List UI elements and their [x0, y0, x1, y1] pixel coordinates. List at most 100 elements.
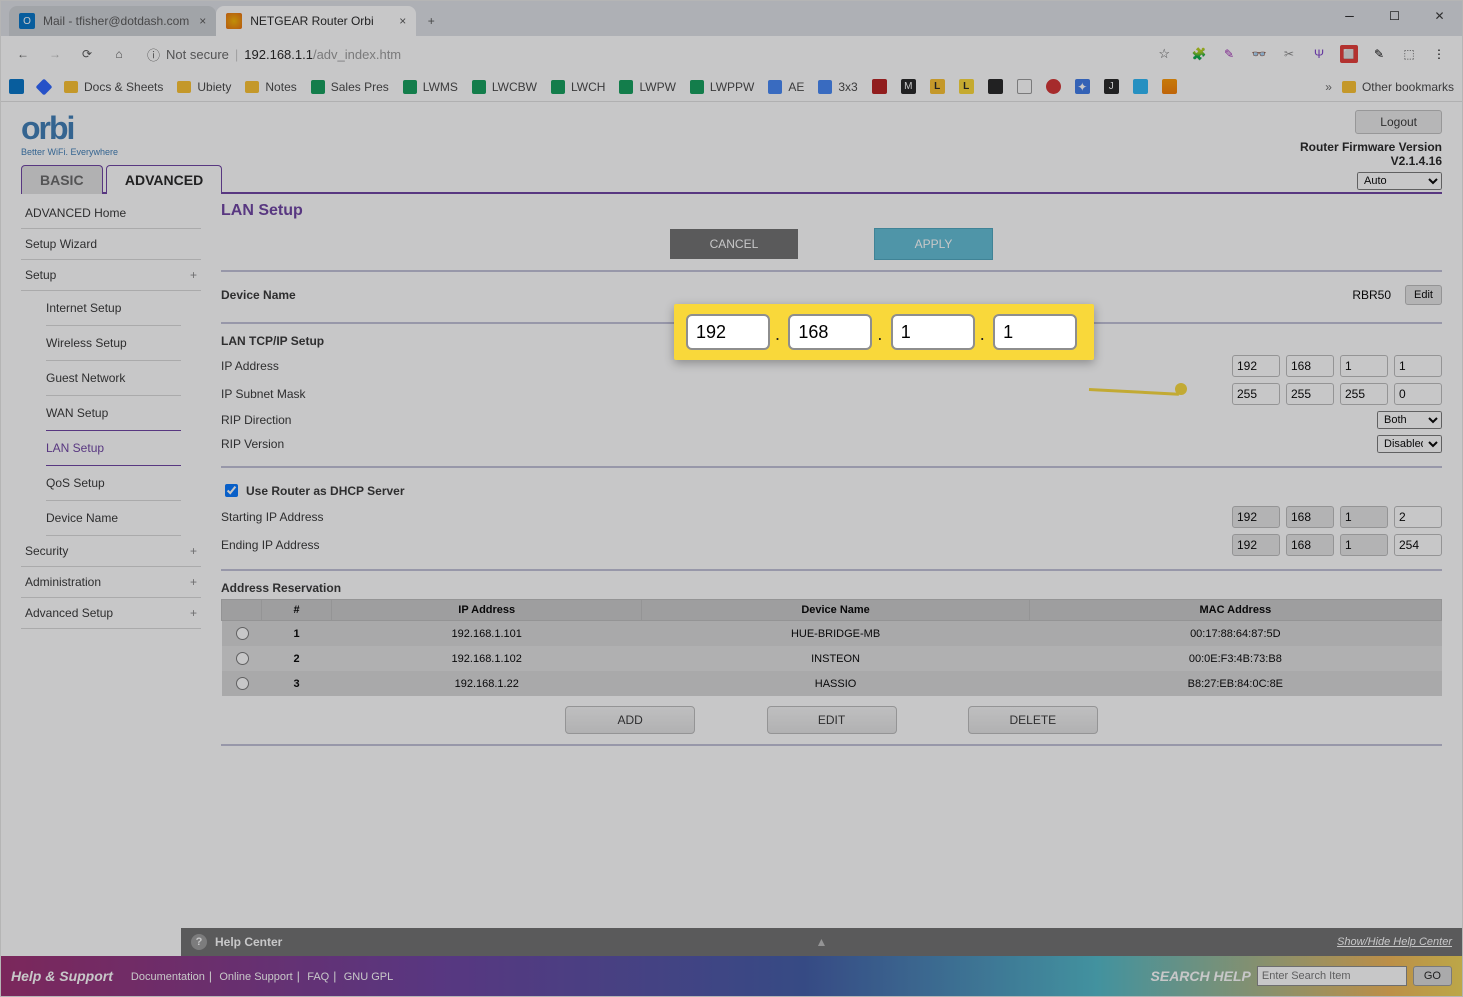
go-button[interactable]: GO — [1413, 966, 1452, 986]
ext-icon[interactable]: ⬜ — [1340, 45, 1358, 63]
sidebar-device-name[interactable]: Device Name — [46, 501, 181, 536]
bookmark-lwppw[interactable]: LWPPW — [690, 80, 754, 94]
bookmark-sales[interactable]: Sales Pres — [311, 80, 389, 94]
subnet-octet-1[interactable] — [1232, 383, 1280, 405]
bookmark-notes[interactable]: Notes — [245, 80, 296, 94]
link-faq[interactable]: FAQ — [307, 971, 329, 983]
col-name: Device Name — [642, 600, 1029, 621]
bookmark-ae[interactable]: AE — [768, 80, 804, 94]
bookmark-lwms[interactable]: LWMS — [403, 80, 458, 94]
reload-button[interactable]: ⟳ — [73, 40, 101, 68]
logout-button[interactable]: Logout — [1355, 110, 1442, 134]
show-hide-help[interactable]: Show/Hide Help Center — [1337, 936, 1452, 948]
bookmark[interactable] — [38, 81, 50, 93]
bookmark[interactable] — [1017, 79, 1032, 94]
rip-direction-select[interactable]: Both — [1377, 411, 1442, 429]
ip-octet-3[interactable] — [1340, 355, 1388, 377]
tab-advanced[interactable]: ADVANCED — [106, 165, 222, 194]
ext-icon[interactable]: 🧩 — [1190, 45, 1208, 63]
bookmark[interactable] — [1133, 79, 1148, 94]
sidebar-wan-setup[interactable]: WAN Setup — [46, 396, 181, 431]
sidebar-advanced-setup[interactable]: Advanced Setup — [21, 598, 201, 629]
tab-router[interactable]: NETGEAR Router Orbi × — [216, 6, 416, 36]
link-online-support[interactable]: Online Support — [219, 971, 292, 983]
back-button[interactable]: ← — [9, 40, 37, 68]
bookmark-docs[interactable]: Docs & Sheets — [64, 80, 163, 94]
rip-version-select[interactable]: Disabled — [1377, 435, 1442, 453]
close-icon[interactable]: × — [389, 14, 406, 28]
help-center-bar[interactable]: ? Help Center ▲ Show/Hide Help Center — [181, 928, 1462, 956]
menu-icon[interactable]: ⋮ — [1430, 45, 1448, 63]
new-tab-button[interactable]: + — [416, 6, 446, 36]
end-octet-4[interactable] — [1394, 534, 1442, 556]
sidebar-administration[interactable]: Administration — [21, 567, 201, 598]
ip-octet-2[interactable] — [1286, 355, 1334, 377]
maximize-button[interactable]: ☐ — [1372, 1, 1417, 31]
other-bookmarks[interactable]: Other bookmarks — [1342, 80, 1454, 94]
bookmark-lwch[interactable]: LWCH — [551, 80, 605, 94]
tab-mail[interactable]: O Mail - tfisher@dotdash.com × — [9, 6, 216, 36]
ext-icon[interactable]: 👓 — [1250, 45, 1268, 63]
bookmark[interactable]: L — [959, 79, 974, 94]
edit-reservation-button[interactable]: EDIT — [767, 706, 897, 734]
subnet-octet-4[interactable] — [1394, 383, 1442, 405]
bookmark-3x3[interactable]: 3x3 — [818, 80, 857, 94]
bookmark-overflow[interactable]: » — [1325, 80, 1332, 94]
link-gnu[interactable]: GNU GPL — [344, 971, 394, 983]
bookmark[interactable] — [872, 79, 887, 94]
bookmark[interactable]: M — [901, 79, 916, 94]
bookmark[interactable] — [1046, 79, 1061, 94]
close-window-button[interactable]: ✕ — [1417, 1, 1462, 31]
sidebar-internet-setup[interactable]: Internet Setup — [46, 291, 181, 326]
forward-button[interactable]: → — [41, 40, 69, 68]
edit-button[interactable]: Edit — [1405, 285, 1442, 305]
row-num: 2 — [262, 646, 332, 671]
ip-octet-4[interactable] — [1394, 355, 1442, 377]
row-radio[interactable] — [236, 677, 249, 690]
close-icon[interactable]: × — [189, 14, 206, 28]
row-radio[interactable] — [236, 652, 249, 665]
bookmark-ubiety[interactable]: Ubiety — [177, 80, 231, 94]
ext-icon[interactable]: ✎ — [1370, 45, 1388, 63]
bookmark-lwpw[interactable]: LWPW — [619, 80, 675, 94]
bookmark[interactable]: L — [930, 79, 945, 94]
address-bar[interactable]: ⓘ Not secure | 192.168.1.1/adv_index.htm… — [137, 40, 1180, 68]
bookmark[interactable]: ✦ — [1075, 79, 1090, 94]
sidebar-setup-wizard[interactable]: Setup Wizard — [21, 229, 201, 260]
bookmark[interactable] — [9, 79, 24, 94]
star-icon[interactable]: ☆ — [1158, 46, 1170, 62]
ext-icon[interactable]: ✂ — [1280, 45, 1298, 63]
apply-button[interactable]: APPLY — [874, 228, 994, 260]
sidebar-guest-network[interactable]: Guest Network — [46, 361, 181, 396]
bookmark[interactable] — [1162, 79, 1177, 94]
start-octet-4[interactable] — [1394, 506, 1442, 528]
delete-button[interactable]: DELETE — [968, 706, 1098, 734]
search-input[interactable] — [1257, 966, 1407, 986]
ext-icon[interactable]: ✎ — [1220, 45, 1238, 63]
ext-icon[interactable]: Ψ — [1310, 45, 1328, 63]
subnet-octet-2[interactable] — [1286, 383, 1334, 405]
chevron-up-icon[interactable]: ▲ — [816, 935, 828, 949]
tab-basic[interactable]: BASIC — [21, 165, 103, 194]
sidebar-lan-setup[interactable]: LAN Setup — [46, 430, 181, 466]
subnet-octet-3[interactable] — [1340, 383, 1388, 405]
row-radio[interactable] — [236, 627, 249, 640]
refresh-mode-select[interactable]: Auto — [1357, 172, 1442, 190]
bookmark-lwcbw[interactable]: LWCBW — [472, 80, 537, 94]
sidebar-advanced-home[interactable]: ADVANCED Home — [21, 198, 201, 229]
add-button[interactable]: ADD — [565, 706, 695, 734]
ip-octet-1[interactable] — [1232, 355, 1280, 377]
minimize-button[interactable]: ─ — [1327, 1, 1372, 31]
bookmark[interactable]: J — [1104, 79, 1119, 94]
outlook-icon: O — [19, 13, 35, 29]
sidebar-wireless-setup[interactable]: Wireless Setup — [46, 326, 181, 361]
dhcp-checkbox[interactable] — [225, 484, 238, 497]
link-documentation[interactable]: Documentation — [131, 971, 205, 983]
bookmark[interactable] — [988, 79, 1003, 94]
ext-icon[interactable]: ⬚ — [1400, 45, 1418, 63]
home-button[interactable]: ⌂ — [105, 40, 133, 68]
cancel-button[interactable]: CANCEL — [670, 229, 799, 259]
sidebar-security[interactable]: Security — [21, 536, 201, 567]
sidebar-setup[interactable]: Setup — [21, 260, 201, 291]
sidebar-qos-setup[interactable]: QoS Setup — [46, 466, 181, 501]
